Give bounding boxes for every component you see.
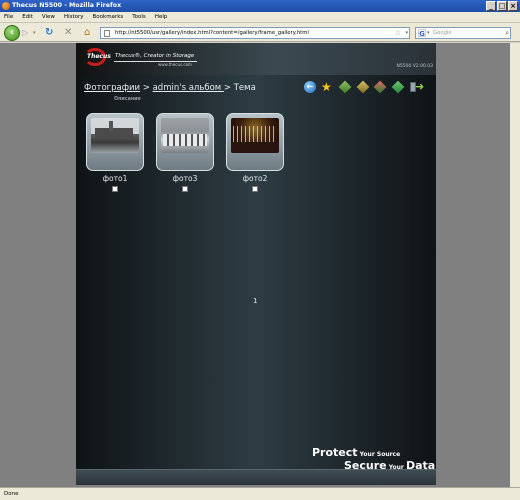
firefox-icon (2, 2, 10, 10)
menu-history[interactable]: History (64, 14, 84, 20)
search-go-icon[interactable]: ⌕ (505, 28, 509, 38)
window-controls: _ □ × (486, 1, 518, 11)
status-text: Done (4, 491, 19, 497)
address-bar[interactable]: http://nt5500/usr/gallery/index.html?con… (100, 27, 410, 39)
app-header: Thecus Thecus®, Creator in Storage www.t… (76, 43, 436, 75)
menu-tools[interactable]: Tools (132, 14, 146, 20)
stop-button[interactable]: ✕ (64, 27, 76, 39)
back-arrow-icon[interactable]: ← (304, 81, 316, 93)
url-text: http://nt5500/usr/gallery/index.html?con… (115, 30, 309, 36)
window-titlebar: Thecus N5500 - Mozilla Firefox _ □ × (0, 0, 520, 12)
exit-arrow: ➜ (415, 80, 425, 93)
home-button[interactable]: ⌂ (84, 27, 96, 39)
menu-edit[interactable]: Edit (22, 14, 33, 20)
menu-file[interactable]: File (4, 14, 13, 20)
forward-button[interactable]: ▷ (22, 28, 32, 38)
menu-bookmarks[interactable]: Bookmarks (93, 14, 124, 20)
breadcrumb-photos-link[interactable]: Фотографии (84, 83, 140, 93)
photo-caption: фото1 (102, 174, 128, 183)
photo-thumbnail[interactable] (231, 118, 279, 153)
app-footer (76, 469, 436, 485)
favorite-star-icon[interactable]: ★ (321, 81, 333, 93)
close-button[interactable]: × (508, 1, 518, 11)
history-dropdown-icon[interactable]: ▾ (33, 30, 39, 36)
add-photo-icon[interactable] (338, 80, 352, 94)
slogan-your-source: Your Source (357, 451, 401, 458)
edit-photo-icon[interactable] (356, 80, 370, 94)
photo-checkbox[interactable] (112, 186, 118, 192)
reload-button[interactable]: ↻ (45, 27, 57, 39)
photo-caption: фото2 (242, 174, 268, 183)
photo-frame[interactable] (156, 113, 214, 171)
photo-item[interactable]: фото2 (226, 113, 284, 192)
window-title: Thecus N5500 - Mozilla Firefox (12, 2, 122, 9)
search-placeholder: Google (433, 30, 452, 36)
photo-thumbnail[interactable] (91, 118, 139, 153)
bookmark-star-icon[interactable]: ☆ (395, 28, 401, 38)
breadcrumb-separator: > (140, 83, 153, 93)
breadcrumb-current: Тема (233, 83, 256, 93)
page-icon (104, 30, 110, 37)
photo-frame[interactable] (86, 113, 144, 171)
photo-item[interactable]: фото3 (156, 113, 214, 192)
gallery-toolbar: ← ★ ➜ (304, 80, 432, 94)
search-engine-dropdown-icon[interactable]: ▾ (427, 28, 430, 38)
logo-brand: Thecus (87, 53, 111, 60)
photo-caption: фото3 (172, 174, 198, 183)
logo-url: www.thecus.com (158, 62, 192, 67)
search-input[interactable]: G ▾ Google ⌕ (415, 27, 511, 39)
slogan-protect: Protect (312, 446, 358, 459)
delete-photo-icon[interactable] (373, 80, 387, 94)
menu-view[interactable]: View (42, 14, 55, 20)
minimize-button[interactable]: _ (486, 1, 496, 11)
vertical-scrollbar[interactable] (510, 43, 520, 487)
breadcrumb-separator: > (223, 83, 234, 93)
breadcrumb: Фотографии > admin's альбом > Тема (84, 83, 256, 93)
back-button[interactable]: ‹ (4, 25, 20, 41)
exit-icon[interactable]: ➜ (410, 80, 425, 93)
logo-tagline: Thecus®, Creator in Storage (115, 53, 195, 59)
photo-checkbox[interactable] (182, 186, 188, 192)
maximize-button[interactable]: □ (497, 1, 507, 11)
album-description: Описание (114, 97, 141, 102)
google-icon[interactable]: G (418, 29, 426, 38)
status-bar: Done (0, 487, 520, 500)
photo-checkbox[interactable] (252, 186, 258, 192)
firmware-version: N5500 V2.00.03 (396, 64, 433, 69)
breadcrumb-album-link[interactable]: admin's альбом (153, 83, 224, 93)
url-dropdown-icon[interactable]: ▾ (405, 28, 408, 38)
menu-help[interactable]: Help (155, 14, 168, 20)
photo-thumbnail[interactable] (161, 118, 209, 153)
photo-item[interactable]: фото1 (86, 113, 144, 192)
move-photo-icon[interactable] (391, 80, 405, 94)
navigation-toolbar: ‹ ▷ ▾ ↻ ✕ ⌂ http://nt5500/usr/gallery/in… (0, 23, 520, 42)
menu-bar: File Edit View History Bookmarks Tools H… (0, 12, 520, 23)
pagination-page-1[interactable]: 1 (253, 297, 257, 305)
photo-frame[interactable] (226, 113, 284, 171)
gallery-app: Thecus Thecus®, Creator in Storage www.t… (76, 43, 436, 485)
